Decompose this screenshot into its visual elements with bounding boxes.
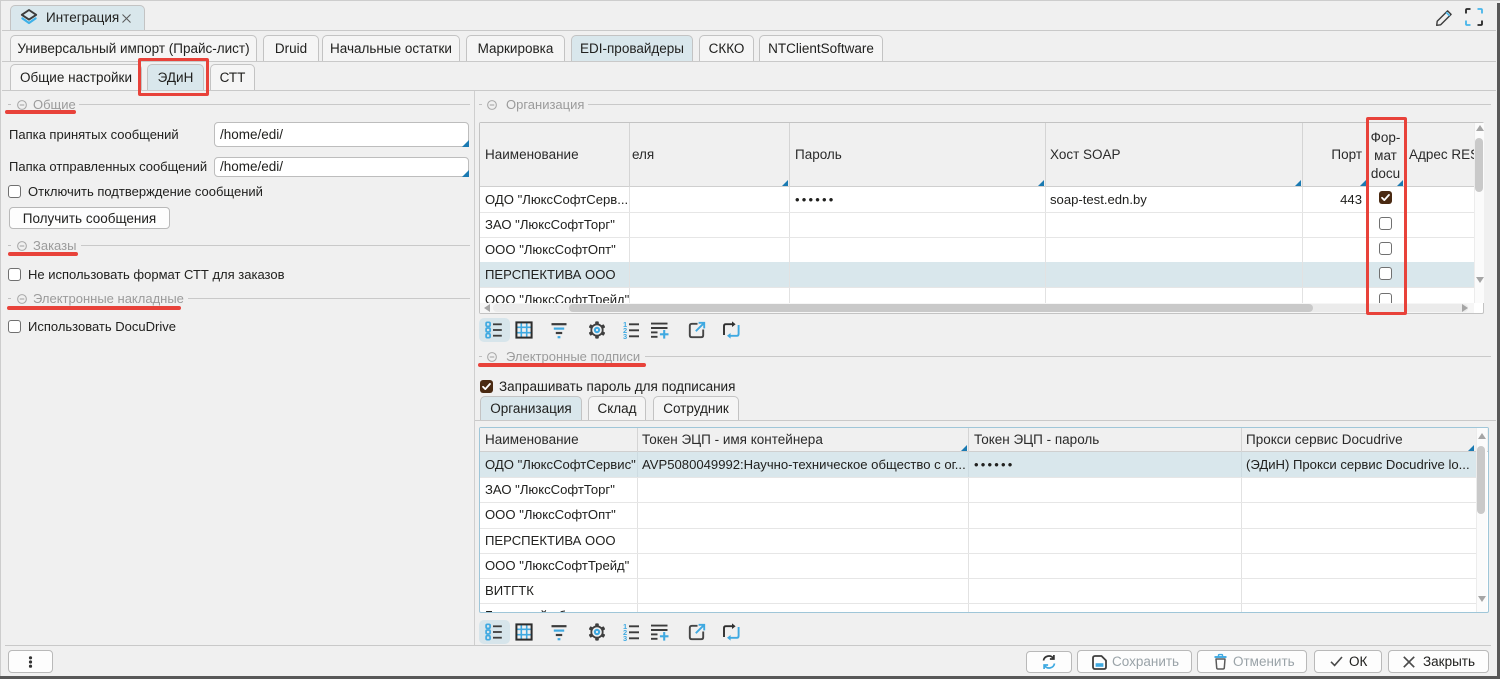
svg-text:3: 3 xyxy=(623,634,627,643)
svg-text:3: 3 xyxy=(623,332,627,341)
